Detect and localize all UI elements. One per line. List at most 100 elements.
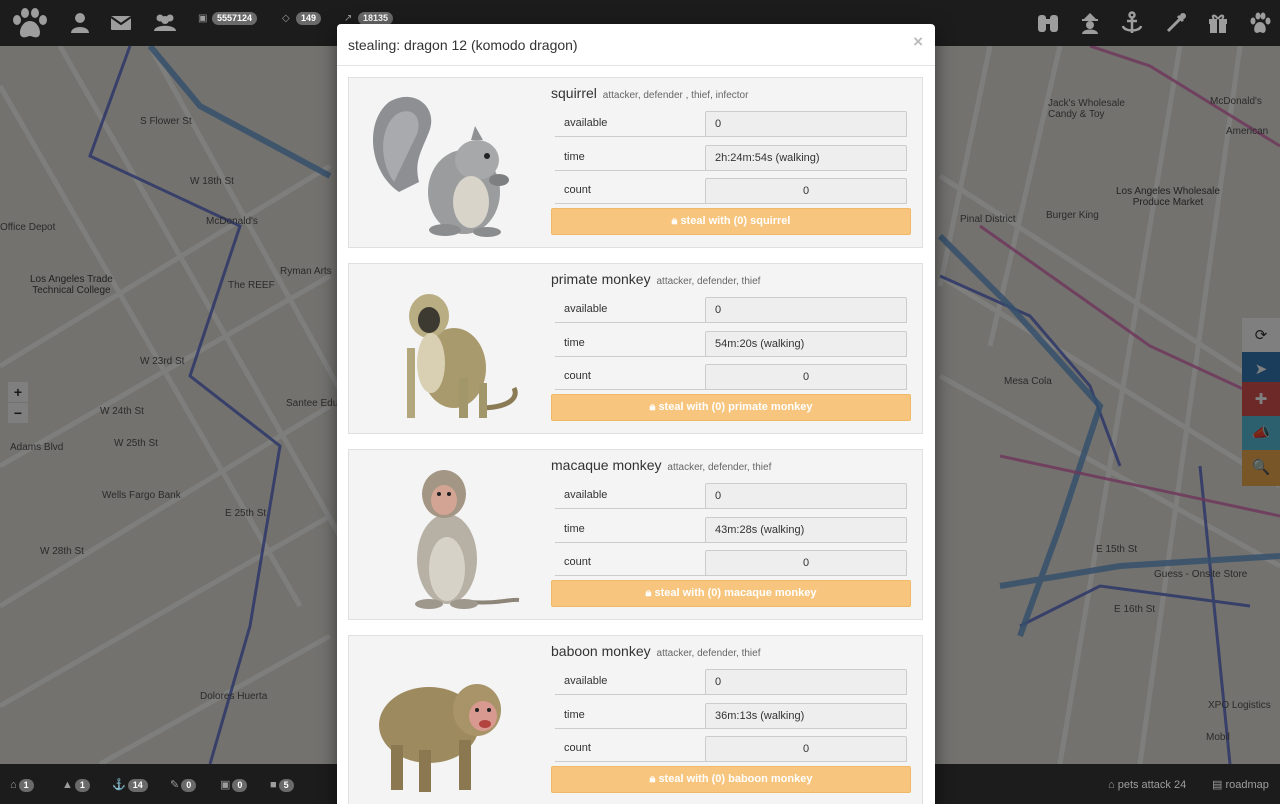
roadmap-link[interactable]: ▤ roadmap — [1212, 778, 1269, 792]
home-icon: ⌂ — [1108, 779, 1118, 791]
cash-badge: 5557124 — [212, 12, 258, 25]
gift-icon: ▣ — [220, 779, 231, 791]
user-icon[interactable] — [66, 9, 94, 37]
gift-count: 0 — [232, 779, 248, 792]
cash-stat: ▣ 5557124 — [198, 12, 258, 26]
money-icon: ▣ — [198, 13, 208, 24]
steal-button-label: steal with (0) primate monkey — [658, 401, 813, 413]
anchor-icon[interactable] — [1118, 9, 1146, 37]
app-name: pets attack 24 — [1117, 779, 1187, 791]
animal-roles: attacker, defender, thief — [667, 462, 772, 473]
steal-button[interactable]: 🔒︎ steal with (0) baboon monkey — [551, 766, 911, 793]
steal-button-label: steal with (0) baboon monkey — [658, 773, 813, 785]
eyedropper-icon[interactable] — [1162, 9, 1190, 37]
count-input[interactable] — [705, 736, 907, 762]
time-row: time 36m:13s (walking) — [555, 703, 907, 729]
spy-icon[interactable] — [1076, 9, 1104, 37]
animal-roles: attacker, defender, thief — [656, 276, 761, 287]
close-button[interactable]: × — [913, 32, 923, 52]
bottom-item-dropper[interactable]: ✎ 0 — [170, 778, 197, 792]
envelope-icon[interactable] — [107, 9, 135, 37]
count-input[interactable] — [705, 550, 907, 576]
steal-button[interactable]: 🔒︎ steal with (0) primate monkey — [551, 394, 911, 421]
time-row: time 54m:20s (walking) — [555, 331, 907, 357]
macaque-monkey-image — [415, 470, 520, 609]
bottom-item-bag[interactable]: ■ 5 — [270, 778, 294, 792]
available-value: 0 — [705, 669, 907, 695]
binoculars-icon[interactable] — [1034, 9, 1062, 37]
available-value: 0 — [705, 483, 907, 509]
baboon-monkey-image — [379, 684, 501, 792]
roadmap-label: roadmap — [1225, 779, 1269, 791]
paw-icon[interactable] — [1246, 9, 1274, 37]
count-row: count — [555, 364, 907, 390]
count-label: count — [564, 370, 591, 382]
animal-name-text: primate monkey — [551, 271, 651, 287]
gift-icon[interactable] — [1204, 9, 1232, 37]
bottom-item-buildings[interactable]: ⌂ 1 — [10, 778, 34, 792]
animal-name: squirrel attacker, defender , thief, inf… — [551, 85, 748, 101]
anchor-icon: ⚓ — [112, 779, 126, 791]
time-label: time — [564, 523, 585, 535]
lock-icon: ▲ — [62, 779, 73, 791]
available-label: available — [564, 675, 608, 687]
animal-card-primate-monkey: primate monkey attacker, defender, thief… — [348, 263, 923, 434]
anchor-count: 14 — [127, 779, 148, 792]
bag-icon: ■ — [270, 779, 277, 791]
bottom-item-gift[interactable]: ▣ 0 — [220, 778, 248, 792]
steal-button[interactable]: 🔒︎ steal with (0) squirrel — [551, 208, 911, 235]
count-input[interactable] — [705, 178, 907, 204]
time-row: time 2h:24m:54s (walking) — [555, 145, 907, 171]
animal-name-text: macaque monkey — [551, 457, 662, 473]
animal-name: baboon monkey attacker, defender, thief — [551, 643, 761, 659]
count-input[interactable] — [705, 364, 907, 390]
animal-card-baboon-monkey: baboon monkey attacker, defender, thief … — [348, 635, 923, 804]
count-row: count — [555, 550, 907, 576]
time-value: 36m:13s (walking) — [705, 703, 907, 729]
available-row: available 0 — [555, 297, 907, 323]
dropper-icon: ✎ — [170, 779, 180, 791]
map-icon: ▤ — [1212, 779, 1226, 791]
bottom-item-lock[interactable]: ▲ 1 — [62, 778, 90, 792]
animal-name-text: baboon monkey — [551, 643, 651, 659]
users-icon[interactable] — [151, 9, 179, 37]
steal-button-label: steal with (0) macaque monkey — [654, 587, 817, 599]
animal-card-squirrel: squirrel attacker, defender , thief, inf… — [348, 77, 923, 248]
available-label: available — [564, 303, 608, 315]
bag-count: 5 — [278, 779, 294, 792]
time-value: 43m:28s (walking) — [705, 517, 907, 543]
animal-card-macaque-monkey: macaque monkey attacker, defender, thief… — [348, 449, 923, 620]
paw-logo-icon[interactable] — [8, 6, 52, 42]
gems-stat: ◇ 149 — [282, 12, 322, 26]
time-label: time — [564, 151, 585, 163]
buildings-icon: ⌂ — [10, 779, 17, 791]
count-row: count — [555, 736, 907, 762]
steal-button-label: steal with (0) squirrel — [680, 215, 791, 227]
time-label: time — [564, 709, 585, 721]
modal-header: stealing: dragon 12 (komodo dragon) × — [337, 24, 935, 66]
primate-monkey-image — [407, 294, 518, 418]
dropper-count: 0 — [181, 779, 197, 792]
animal-roles: attacker, defender , thief, infector — [602, 90, 749, 101]
available-row: available 0 — [555, 669, 907, 695]
bottom-item-anchor[interactable]: ⚓ 14 — [112, 778, 148, 792]
animal-name: primate monkey attacker, defender, thief — [551, 271, 760, 287]
modal-title: stealing: dragon 12 (komodo dragon) — [348, 37, 578, 53]
gems-badge: 149 — [296, 12, 322, 25]
time-row: time 43m:28s (walking) — [555, 517, 907, 543]
steal-button[interactable]: 🔒︎ steal with (0) macaque monkey — [551, 580, 911, 607]
time-label: time — [564, 337, 585, 349]
buildings-count: 1 — [18, 779, 34, 792]
animal-roles: attacker, defender, thief — [656, 648, 761, 659]
time-value: 2h:24m:54s (walking) — [705, 145, 907, 171]
app-home-link[interactable]: ⌂ pets attack 24 — [1108, 778, 1186, 792]
diamond-icon: ◇ — [282, 13, 290, 24]
animal-name-text: squirrel — [551, 85, 597, 101]
available-row: available 0 — [555, 483, 907, 509]
available-label: available — [564, 117, 608, 129]
available-label: available — [564, 489, 608, 501]
lock-count: 1 — [74, 779, 90, 792]
time-value: 54m:20s (walking) — [705, 331, 907, 357]
count-label: count — [564, 184, 591, 196]
animal-name: macaque monkey attacker, defender, thief — [551, 457, 771, 473]
